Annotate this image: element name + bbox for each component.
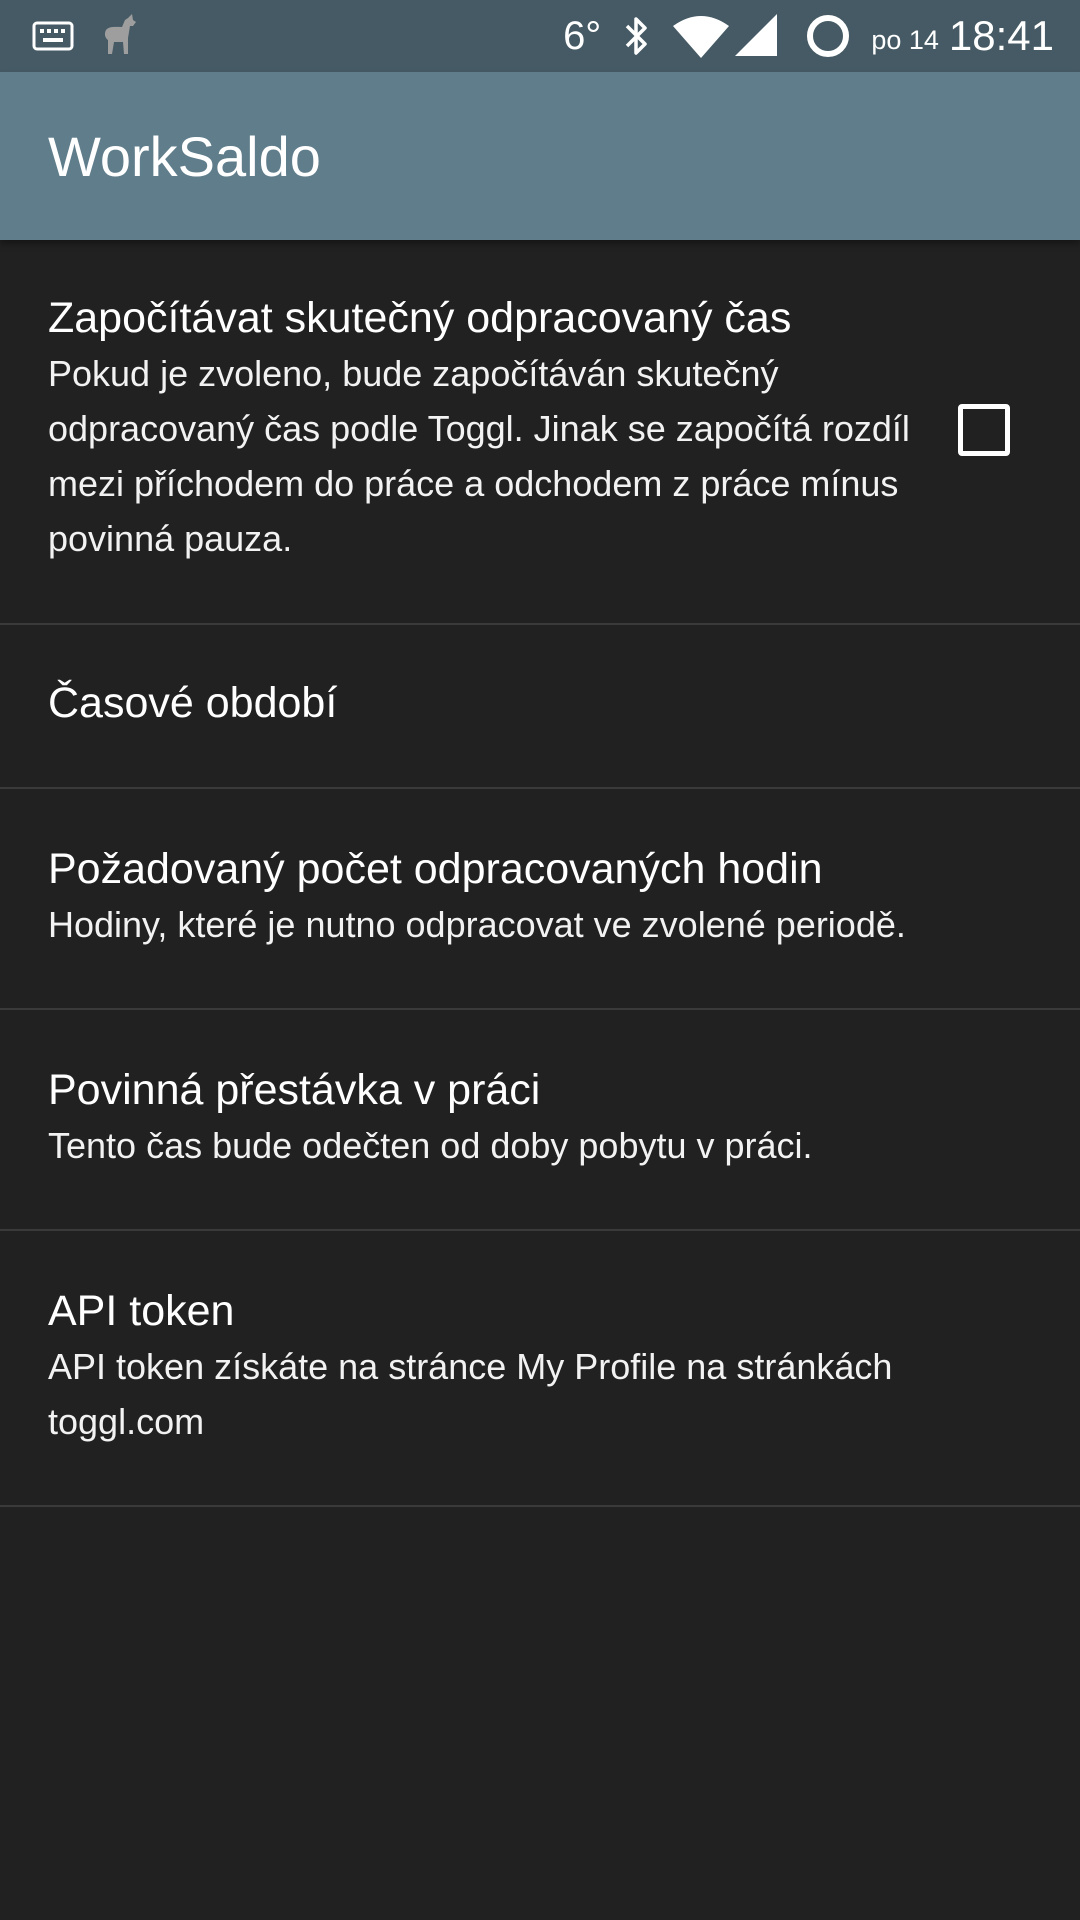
pref-count-actual-time[interactable]: Započítávat skutečný odpracovaný čas Pok… (0, 240, 1080, 625)
android-icon (100, 14, 140, 58)
pref-required-hours[interactable]: Požadovaný počet odpracovaných hodin Hod… (0, 789, 1080, 1010)
status-bar-left (32, 14, 140, 58)
status-bar: 6° po 14 18:41 (0, 0, 1080, 72)
date-text: po 14 (871, 24, 939, 55)
keyboard-icon (32, 21, 74, 51)
pref-summary: API token získáte na stránce My Profile … (48, 1346, 893, 1442)
pref-summary: Hodiny, které je nutno odpracovat ve zvo… (48, 904, 906, 945)
pref-api-token[interactable]: API token API token získáte na stránce M… (0, 1231, 1080, 1507)
preferences-list: Započítávat skutečný odpracovaný čas Pok… (0, 240, 1080, 1507)
pref-title: Požadovaný počet odpracovaných hodin (48, 845, 823, 893)
temperature-text: 6° (563, 13, 602, 58)
wifi-icon (673, 14, 730, 58)
app-title: WorkSaldo (48, 125, 321, 188)
app-bar: WorkSaldo (0, 72, 1080, 240)
clock-text: 18:41 (948, 12, 1054, 59)
pref-title: API token (48, 1287, 235, 1335)
pref-mandatory-break[interactable]: Povinná přestávka v práci Tento čas bude… (0, 1010, 1080, 1231)
pref-title: Započítávat skutečný odpracovaný čas (48, 294, 792, 342)
bluetooth-icon (623, 14, 651, 58)
pref-title: Povinná přestávka v práci (48, 1066, 541, 1114)
cell-signal-icon (735, 14, 779, 58)
pref-summary: Pokud je zvoleno, bude započítáván skute… (48, 353, 910, 559)
count-actual-time-checkbox[interactable] (958, 404, 1010, 456)
pref-time-period[interactable]: Časové období (0, 625, 1080, 789)
ring-icon (805, 13, 851, 59)
pref-title: Časové období (48, 679, 338, 727)
status-bar-right: 6° po 14 18:41 (563, 0, 1054, 72)
pref-summary: Tento čas bude odečten od doby pobytu v … (48, 1125, 813, 1166)
